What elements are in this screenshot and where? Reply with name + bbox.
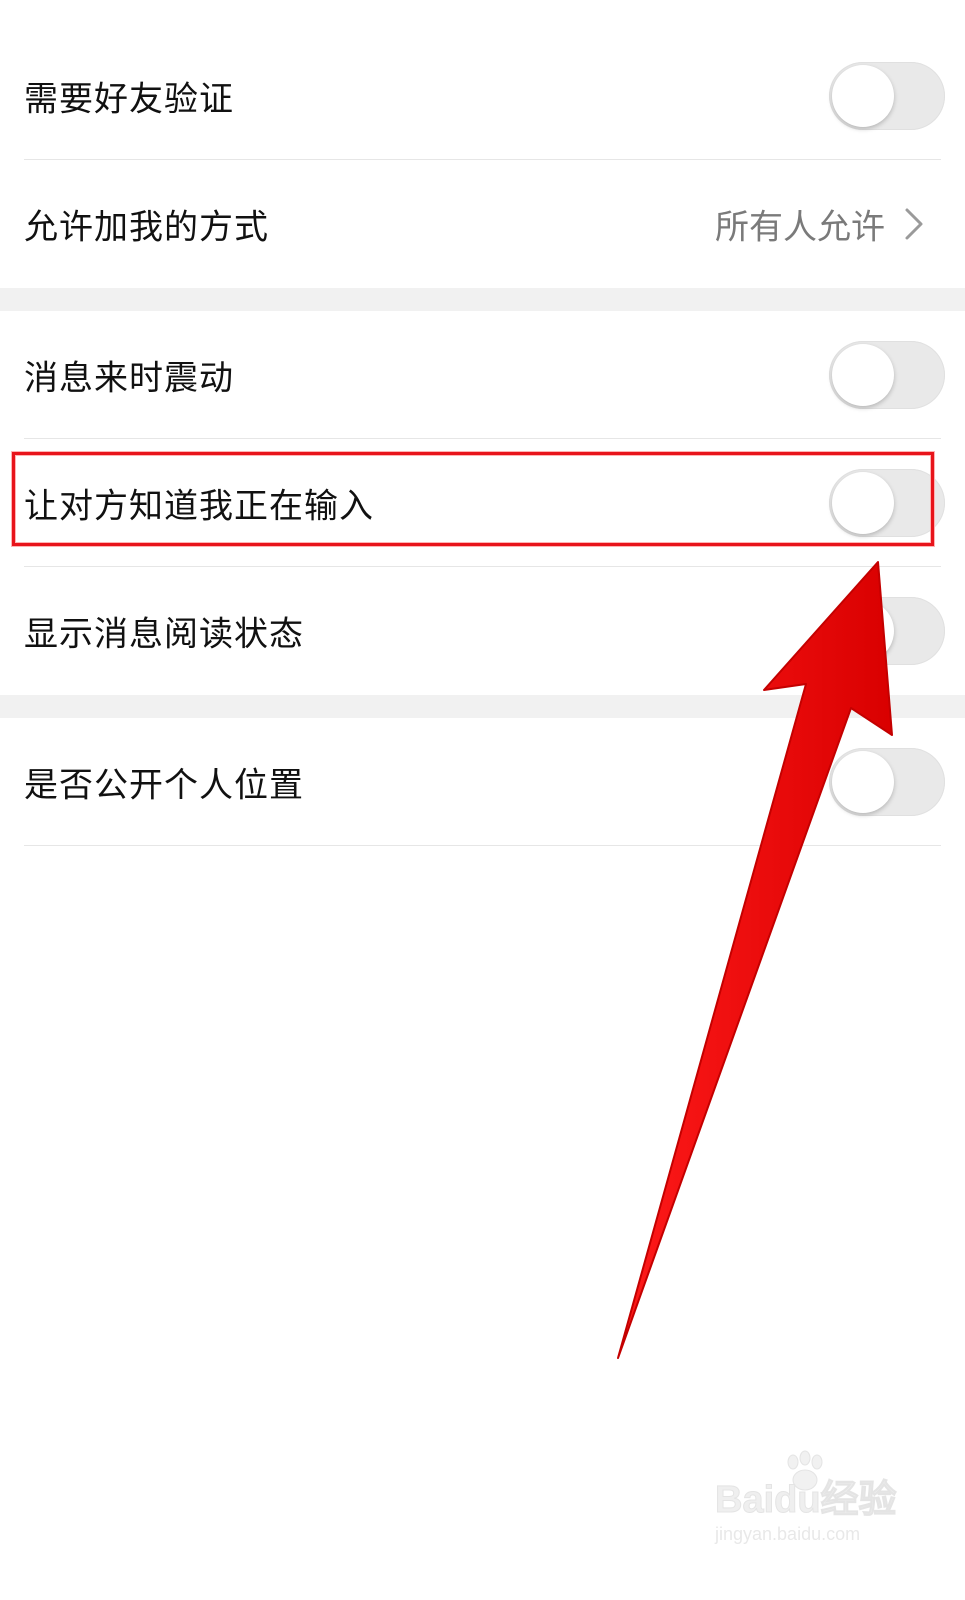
vibrate-on-message-toggle[interactable] xyxy=(829,341,945,409)
row-label: 允许加我的方式 xyxy=(24,207,269,248)
privacy-settings-screen: 需要好友验证 允许加我的方式 所有人允许 消息来时震动 让对方知道我正在输入 显… xyxy=(0,0,965,1600)
toggle-knob xyxy=(832,65,894,127)
row-label: 是否公开个人位置 xyxy=(24,765,304,806)
row-label: 显示消息阅读状态 xyxy=(24,614,304,655)
row-share-location[interactable]: 是否公开个人位置 xyxy=(0,718,965,846)
row-add-me-method[interactable]: 允许加我的方式 所有人允许 xyxy=(0,160,965,288)
section-separator xyxy=(0,695,965,718)
watermark-url-text: jingyan.baidu.com xyxy=(715,1524,861,1544)
typing-indicator-toggle[interactable] xyxy=(829,469,945,537)
chevron-right-icon xyxy=(905,208,923,240)
top-bar-edge xyxy=(0,0,965,30)
row-vibrate-on-message[interactable]: 消息来时震动 xyxy=(0,311,965,439)
toggle-knob xyxy=(832,751,894,813)
read-receipts-toggle[interactable] xyxy=(829,597,945,665)
section-separator xyxy=(0,288,965,311)
row-friend-verification[interactable]: 需要好友验证 xyxy=(0,32,965,160)
row-label: 消息来时震动 xyxy=(24,358,234,399)
baidu-jingyan-watermark: Baidu经验 jingyan.baidu.com xyxy=(715,1450,905,1560)
toggle-knob xyxy=(832,600,894,662)
row-label: 让对方知道我正在输入 xyxy=(24,486,374,527)
add-me-method-value: 所有人允许 xyxy=(715,207,885,248)
toggle-knob xyxy=(832,472,894,534)
row-typing-indicator[interactable]: 让对方知道我正在输入 xyxy=(0,439,965,567)
row-label: 需要好友验证 xyxy=(24,79,234,120)
watermark-logo-text: Baidu经验 xyxy=(715,1479,898,1522)
toggle-knob xyxy=(832,344,894,406)
row-read-receipts[interactable]: 显示消息阅读状态 xyxy=(0,567,965,695)
share-location-toggle[interactable] xyxy=(829,748,945,816)
friend-verification-toggle[interactable] xyxy=(829,62,945,130)
row-divider xyxy=(24,845,941,846)
